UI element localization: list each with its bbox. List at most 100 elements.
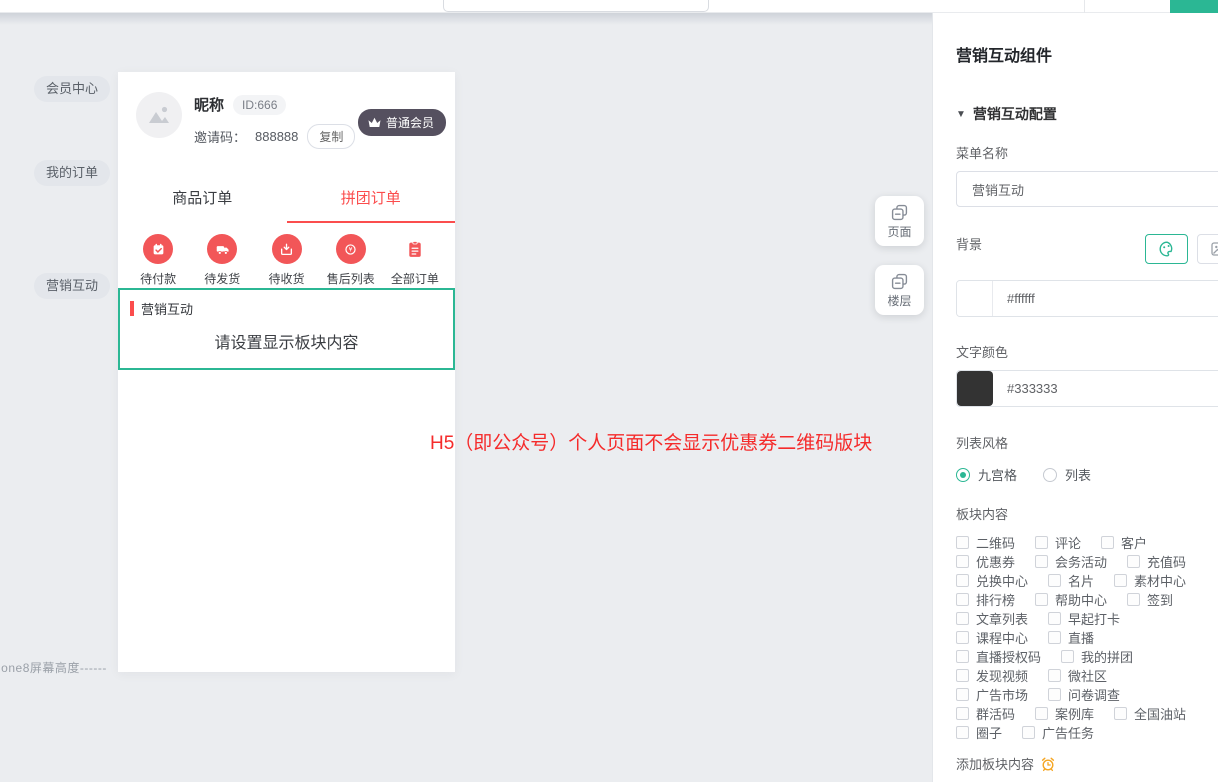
- page-layers-label: 页面: [887, 223, 911, 240]
- checkbox-icon[interactable]: [1022, 726, 1035, 739]
- checkbox-icon[interactable]: [1048, 669, 1061, 682]
- checkbox-item[interactable]: 早起打卡: [1048, 609, 1120, 628]
- checkbox-label: 素材中心: [1134, 571, 1186, 590]
- background-color-swatch[interactable]: [957, 281, 993, 316]
- checkbox-item[interactable]: 客户: [1101, 533, 1147, 552]
- layers-icon: [890, 203, 909, 222]
- page-layers-button[interactable]: 页面: [875, 196, 924, 246]
- checkbox-icon[interactable]: [1035, 536, 1048, 549]
- checkbox-icon[interactable]: [1048, 688, 1061, 701]
- checkbox-item[interactable]: 发现视频: [956, 666, 1028, 685]
- checkbox-icon[interactable]: [956, 555, 969, 568]
- radio-grid-style[interactable]: 九宫格: [956, 465, 1017, 484]
- checkbox-item[interactable]: 我的拼团: [1061, 647, 1133, 666]
- checkbox-item[interactable]: 帮助中心: [1035, 590, 1107, 609]
- checkbox-icon[interactable]: [1061, 650, 1074, 663]
- radio-list-style[interactable]: 列表: [1043, 465, 1091, 484]
- order-item-after-sales[interactable]: ¥ 售后列表: [319, 234, 383, 287]
- component-tag-my-orders[interactable]: 我的订单: [34, 160, 110, 186]
- checkbox-icon[interactable]: [956, 631, 969, 644]
- checkbox-icon[interactable]: [1127, 593, 1140, 606]
- checkbox-icon[interactable]: [956, 593, 969, 606]
- text-color-label: 文字颜色: [956, 342, 1218, 361]
- checkbox-item[interactable]: 名片: [1048, 571, 1094, 590]
- checkbox-item[interactable]: 问卷调查: [1048, 685, 1120, 704]
- checkbox-row: 二维码 评论 客户: [956, 535, 1218, 549]
- checkbox-item[interactable]: 签到: [1127, 590, 1173, 609]
- checkbox-item[interactable]: 充值码: [1127, 552, 1186, 571]
- checkbox-icon[interactable]: [1035, 707, 1048, 720]
- checkbox-icon[interactable]: [956, 669, 969, 682]
- checkbox-item[interactable]: 课程中心: [956, 628, 1028, 647]
- checkbox-item[interactable]: 全国油站: [1114, 704, 1186, 723]
- radio-unselected-icon[interactable]: [1043, 468, 1057, 482]
- text-color-swatch[interactable]: [957, 371, 993, 406]
- checkbox-item[interactable]: 二维码: [956, 533, 1015, 552]
- checkbox-item[interactable]: 直播: [1048, 628, 1094, 647]
- checkbox-item[interactable]: 案例库: [1035, 704, 1094, 723]
- checkbox-label: 兑换中心: [976, 571, 1028, 590]
- checkbox-row: 圈子 广告任务: [956, 725, 1218, 739]
- checkbox-item[interactable]: 圈子: [956, 723, 1002, 742]
- checkbox-item[interactable]: 广告任务: [1022, 723, 1094, 742]
- config-section-header[interactable]: ▼ 营销互动配置: [956, 104, 1218, 124]
- toolbar-title-input[interactable]: [443, 0, 709, 12]
- checkbox-icon[interactable]: [956, 536, 969, 549]
- checkbox-item[interactable]: 素材中心: [1114, 571, 1186, 590]
- background-image-mode-button[interactable]: [1197, 234, 1218, 264]
- checkbox-label: 名片: [1068, 571, 1094, 590]
- checkbox-item[interactable]: 兑换中心: [956, 571, 1028, 590]
- checkbox-label: 直播: [1068, 628, 1094, 647]
- order-item-label: 待收货: [269, 270, 305, 287]
- menu-name-input[interactable]: 营销互动: [956, 171, 1218, 207]
- checkbox-item[interactable]: 会务活动: [1035, 552, 1107, 571]
- order-item-pending-receipt[interactable]: 待收货: [254, 234, 318, 287]
- checkbox-label: 群活码: [976, 704, 1015, 723]
- checkbox-icon[interactable]: [1048, 612, 1061, 625]
- checkbox-icon[interactable]: [1114, 574, 1127, 587]
- checkbox-item[interactable]: 优惠券: [956, 552, 1015, 571]
- component-tag-marketing[interactable]: 营销互动: [34, 273, 110, 299]
- checkbox-icon[interactable]: [1035, 555, 1048, 568]
- checkbox-icon[interactable]: [956, 726, 969, 739]
- component-tag-member-center[interactable]: 会员中心: [34, 76, 110, 102]
- checkbox-icon[interactable]: [1101, 536, 1114, 549]
- active-tab-underline: [287, 221, 456, 223]
- checkbox-icon[interactable]: [956, 574, 969, 587]
- checkbox-icon[interactable]: [956, 688, 969, 701]
- checkbox-icon[interactable]: [956, 612, 969, 625]
- checkbox-icon[interactable]: [956, 707, 969, 720]
- checkbox-item[interactable]: 微社区: [1048, 666, 1107, 685]
- checkbox-icon[interactable]: [1127, 555, 1140, 568]
- background-color-input[interactable]: #ffffff: [956, 280, 1218, 317]
- checkbox-icon[interactable]: [1048, 631, 1061, 644]
- member-id-badge: ID:666: [233, 95, 286, 115]
- iphone8-screen-height-marker: hone8屏幕高度------: [0, 659, 107, 676]
- background-color-mode-button[interactable]: [1145, 234, 1188, 264]
- checkbox-icon[interactable]: [956, 650, 969, 663]
- floor-layers-button[interactable]: 楼层: [875, 265, 924, 315]
- canvas-top-shadow: [0, 13, 932, 25]
- order-item-all-orders[interactable]: 全部订单: [383, 234, 447, 287]
- radio-selected-icon[interactable]: [956, 468, 970, 482]
- copy-button[interactable]: 复制: [307, 124, 355, 149]
- checkbox-icon[interactable]: [1035, 593, 1048, 606]
- marketing-block-selected[interactable]: 营销互动 请设置显示板块内容: [118, 288, 455, 370]
- checkbox-item[interactable]: 排行榜: [956, 590, 1015, 609]
- checkbox-row: 直播授权码 我的拼团: [956, 649, 1218, 663]
- text-color-input[interactable]: #333333: [956, 370, 1218, 407]
- editor-canvas: 会员中心 我的订单 营销互动 昵称 ID:666 邀请码： 888888 复制: [0, 13, 932, 782]
- tab-group-orders[interactable]: 拼团订单: [287, 180, 456, 214]
- toolbar-save-button[interactable]: [1170, 0, 1218, 13]
- checkbox-item[interactable]: 群活码: [956, 704, 1015, 723]
- order-item-pending-shipment[interactable]: 待发货: [190, 234, 254, 287]
- order-item-pending-payment[interactable]: 待付款: [126, 234, 190, 287]
- checkbox-item[interactable]: 广告市场: [956, 685, 1028, 704]
- checkbox-item[interactable]: 评论: [1035, 533, 1081, 552]
- checkbox-item[interactable]: 文章列表: [956, 609, 1028, 628]
- checkbox-icon[interactable]: [1114, 707, 1127, 720]
- checkbox-item[interactable]: 直播授权码: [956, 647, 1041, 666]
- checkbox-label: 问卷调查: [1068, 685, 1120, 704]
- checkbox-icon[interactable]: [1048, 574, 1061, 587]
- tab-goods-orders[interactable]: 商品订单: [118, 180, 287, 214]
